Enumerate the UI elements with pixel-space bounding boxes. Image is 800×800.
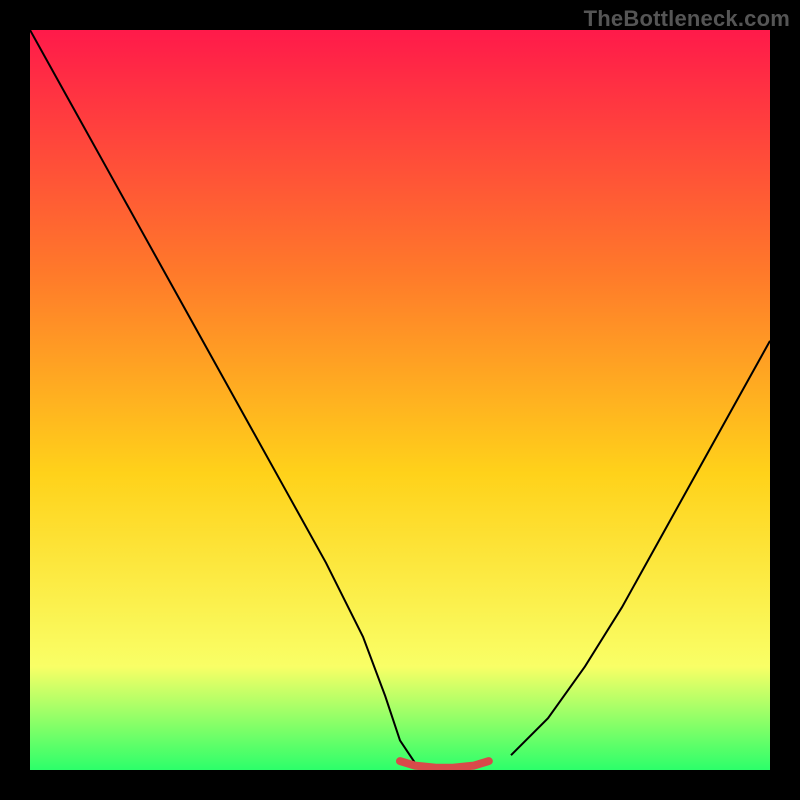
bottleneck-chart: [30, 30, 770, 770]
watermark-text: TheBottleneck.com: [584, 6, 790, 32]
chart-frame: { "watermark": "TheBottleneck.com", "col…: [0, 0, 800, 800]
gradient-background: [30, 30, 770, 770]
plot-area: [30, 30, 770, 770]
